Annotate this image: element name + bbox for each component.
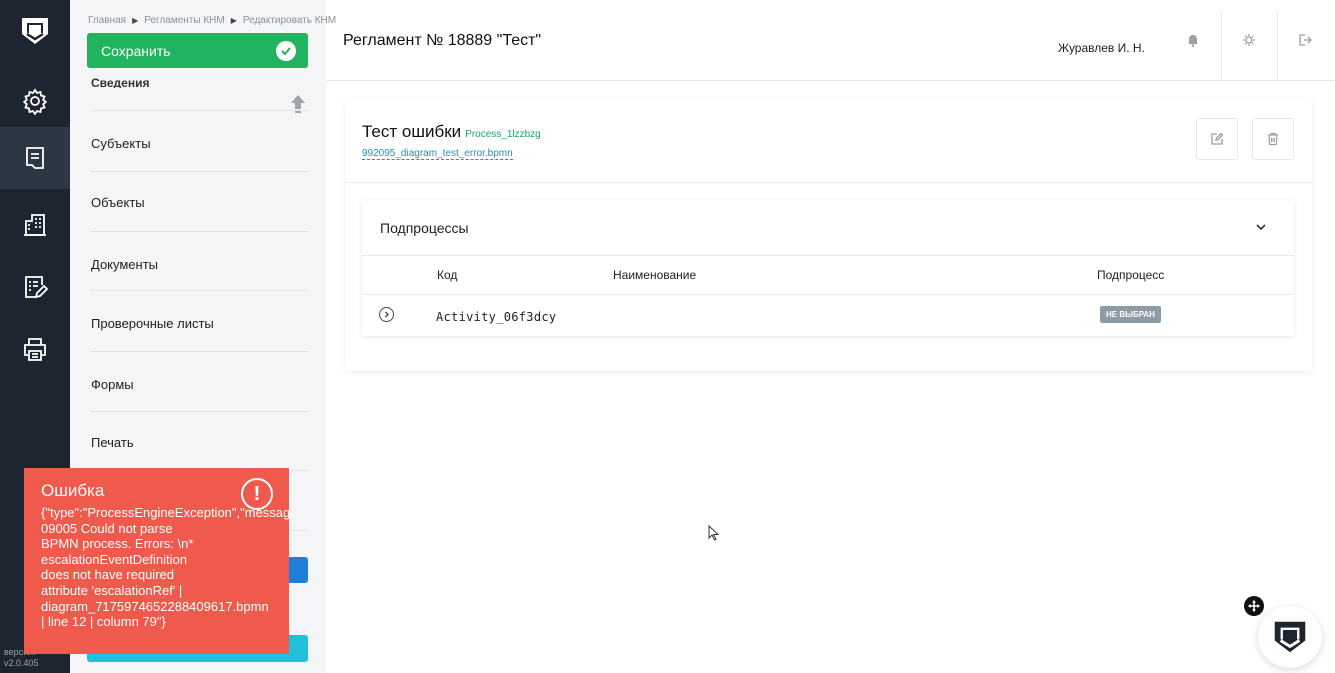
subprocesses-panel: Подпроцессы Код Наименование Подпроцесс … — [362, 200, 1294, 336]
gear-icon — [22, 88, 48, 115]
divider — [91, 171, 308, 172]
expand-row-icon[interactable] — [379, 307, 394, 322]
chevron-down-icon[interactable] — [1256, 218, 1266, 236]
error-line: does not have required — [41, 567, 174, 583]
sidebar-item-print[interactable]: Печать — [91, 435, 134, 450]
divider — [91, 411, 308, 412]
rail-regulations[interactable] — [0, 127, 70, 189]
rail-print[interactable] — [0, 318, 70, 380]
column-header-code: Код — [437, 268, 458, 282]
settings-icon — [1243, 34, 1255, 46]
divider — [362, 294, 1294, 295]
process-title-text: Тест ошибки — [362, 122, 462, 141]
scroll-up-arrow-icon[interactable] — [290, 94, 306, 119]
notifications-button[interactable] — [1166, 0, 1220, 80]
process-title: Тест ошибки Process_1lzzbzg — [362, 122, 541, 142]
breadcrumb-separator-icon: ▶ — [230, 16, 237, 25]
divider — [91, 351, 308, 352]
save-button[interactable]: Сохранить — [87, 33, 308, 68]
divider — [91, 110, 308, 111]
breadcrumb-regulations[interactable]: Регламенты КНМ — [144, 15, 225, 26]
panel-action-button[interactable] — [288, 557, 308, 583]
error-line: 09005 Could not parse — [41, 520, 173, 536]
error-line: {"type":"ProcessEngineException","messag… — [41, 505, 289, 520]
logout-button[interactable] — [1278, 0, 1332, 80]
error-title: Ошибка — [41, 481, 105, 500]
save-button-label: Сохранить — [101, 42, 171, 59]
divider — [91, 231, 308, 232]
sidebar-item-info[interactable]: Сведения — [91, 76, 149, 88]
logo-shield-icon — [1274, 621, 1306, 653]
sidebar-item-subjects[interactable]: Субъекты — [91, 136, 151, 151]
settings-button[interactable] — [1222, 0, 1276, 80]
assistant-button[interactable] — [1258, 606, 1322, 668]
move-icon[interactable] — [1244, 596, 1264, 616]
logo-shield-icon[interactable] — [0, 0, 70, 62]
card-divider — [345, 182, 1312, 183]
divider — [362, 255, 1294, 256]
process-file-link[interactable]: 992095_diagram_test_error.bpmn — [362, 148, 513, 160]
breadcrumb-home[interactable]: Главная — [88, 15, 126, 26]
printer-icon — [24, 338, 46, 361]
logout-icon — [1299, 34, 1312, 46]
edit-icon — [1211, 132, 1224, 145]
error-line: BPMN process. Errors: \n* — [41, 536, 194, 552]
app-root: версия: v2.0.405 Сохранить Сведения Субъ… — [0, 0, 1335, 673]
error-toast[interactable]: Ошибка ! {"type":"ProcessEngineException… — [24, 468, 289, 654]
building-icon — [24, 214, 46, 236]
process-id: Process_1lzzbzg — [465, 129, 541, 140]
bell-icon — [1188, 35, 1198, 47]
error-message: {"type":"ProcessEngineException","messag… — [41, 505, 289, 630]
status-badge: НЕ ВЫБРАН — [1100, 306, 1161, 323]
sidebar-item-documents[interactable]: Документы — [91, 257, 158, 272]
rail-organizations[interactable] — [0, 194, 70, 256]
breadcrumb-separator-icon: ▶ — [132, 16, 139, 25]
rail-checklists[interactable] — [0, 256, 70, 318]
page-title: Регламент № 18889 "Тест" — [343, 32, 542, 49]
row-code: Activity_06f3dcy — [436, 310, 557, 324]
user-name[interactable]: Журавлев И. Н. — [1058, 41, 1145, 55]
error-line: diagram_7175974652288409617.bpmn — [41, 598, 269, 614]
sidebar-item-forms[interactable]: Формы — [91, 377, 134, 392]
column-header-name: Наименование — [613, 268, 697, 282]
breadcrumb-current: Редактировать КНМ — [242, 15, 337, 26]
error-line: | line 12 | column 79"} — [41, 614, 166, 630]
sidebar-item-checklists[interactable]: Проверочные листы — [91, 316, 214, 331]
breadcrumb: Главная ▶ Регламенты КНМ ▶ Редактировать… — [88, 15, 336, 26]
divider — [91, 290, 308, 291]
process-card: Тест ошибки Process_1lzzbzg 992095_diagra… — [345, 100, 1312, 371]
delete-button[interactable] — [1252, 118, 1294, 160]
error-line: escalationEventDefinition — [41, 551, 187, 567]
delete-icon — [1268, 132, 1278, 146]
version-value: v2.0.405 — [4, 658, 39, 668]
sidebar-item-objects[interactable]: Объекты — [91, 195, 145, 210]
edit-button[interactable] — [1196, 118, 1238, 160]
subprocesses-title[interactable]: Подпроцессы — [380, 220, 469, 236]
document-list-icon — [26, 147, 44, 169]
column-header-subprocess: Подпроцесс — [1097, 268, 1165, 282]
rail-settings[interactable] — [0, 70, 70, 132]
checklist-edit-icon — [25, 276, 49, 299]
error-line: attribute 'escalationRef' | — [41, 582, 183, 598]
header-divider — [326, 80, 1335, 81]
mouse-cursor-icon — [708, 524, 720, 546]
check-icon — [276, 41, 296, 61]
